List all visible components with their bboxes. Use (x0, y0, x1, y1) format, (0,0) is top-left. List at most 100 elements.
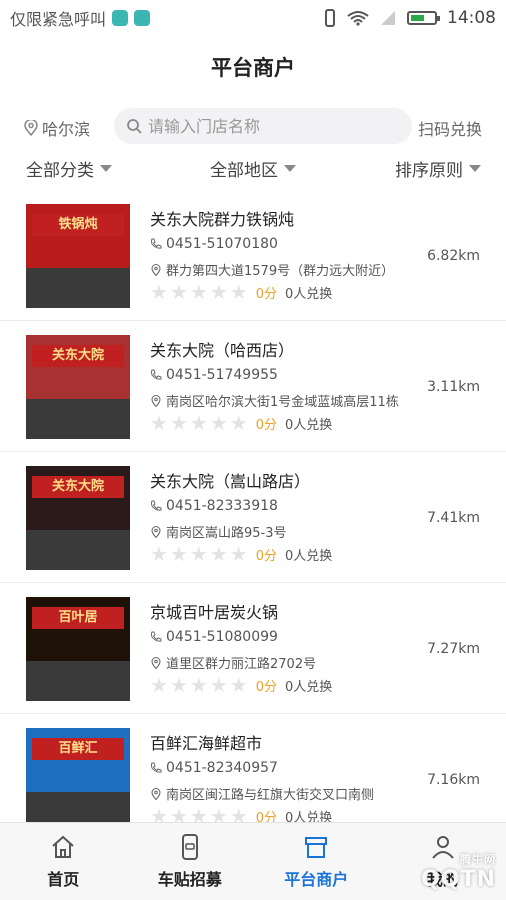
store-rating: ★ ★ ★ ★ ★ 0分 0人兑换 (150, 675, 332, 695)
tab-bar: 首页 车贴招募 平台商户 我的 腾牛网 QQTN (0, 822, 506, 900)
store-phone[interactable]: 0451-51749955 (150, 367, 278, 383)
battery-fill (411, 15, 425, 21)
star-icon: ★ (150, 804, 168, 822)
tab-home-label: 首页 (47, 869, 80, 889)
tab-sticker-recruit[interactable]: 车贴招募 (127, 823, 254, 900)
store-phone[interactable]: 0451-51070180 (150, 236, 278, 252)
region-filter[interactable]: 全部地区 (210, 156, 296, 181)
city-name: 哈尔滨 (42, 120, 91, 139)
message-app-icon (134, 10, 151, 26)
star-icon: ★ (229, 542, 248, 566)
star-icon: ★ (229, 804, 248, 822)
store-distance: 7.27km (427, 641, 480, 657)
status-left: 仅限紧急呼叫 (10, 6, 151, 30)
store-score: 0分 (255, 417, 277, 433)
store-redeem-count: 0人兑换 (284, 679, 333, 695)
star-icon: ★ (189, 411, 208, 435)
store-list-item[interactable]: 百鲜汇 百鲜汇海鲜超市 0451-82340957 南岗区闽江路与红旗大街交叉口… (0, 714, 506, 822)
site-watermark: 腾牛网 QQTN (421, 851, 496, 892)
store-score: 0分 (255, 679, 277, 695)
store-phone-number: 0451-51749955 (166, 367, 278, 383)
wifi-icon (347, 11, 369, 26)
star-icon: ★ (189, 673, 208, 697)
store-address-text: 南岗区嵩山路95-3号 (166, 526, 287, 541)
search-box[interactable] (114, 108, 412, 144)
tab-merchants-label: 平台商户 (284, 869, 349, 889)
store-address: 群力第四大道1579号（群力远大附近） (150, 260, 394, 279)
store-phone-number: 0451-82340957 (166, 760, 278, 776)
star-icon: ★ (169, 411, 188, 435)
store-list-item[interactable]: 铁锅炖 关东大院群力铁锅炖 0451-51070180 群力第四大道1579号（… (0, 190, 506, 321)
status-bar: 仅限紧急呼叫 14:08 (0, 0, 506, 36)
store-redeem-count: 0人兑换 (284, 286, 333, 302)
star-icon: ★ (169, 280, 188, 304)
star-icon: ★ (169, 673, 188, 697)
store-list-item[interactable]: 百叶居 京城百叶居炭火锅 0451-51080099 道里区群力丽江路2702号… (0, 583, 506, 714)
watermark-brand: QQTN (421, 867, 496, 892)
store-sign-text: 百鲜汇 (32, 738, 124, 760)
carrier-text: 仅限紧急呼叫 (10, 10, 107, 29)
store-redeem-count: 0人兑换 (284, 810, 333, 823)
star-icon: ★ (209, 411, 228, 435)
store-phone[interactable]: 0451-51080099 (150, 629, 278, 645)
store-phone-number: 0451-51070180 (166, 236, 278, 252)
store-sign-text: 百叶居 (32, 607, 124, 629)
location-pin-icon (151, 787, 161, 800)
search-icon (127, 119, 142, 134)
store-phone[interactable]: 0451-82333918 (150, 498, 278, 514)
store-score: 0分 (255, 286, 277, 302)
battery-icon (407, 11, 440, 25)
star-icon: ★ (209, 280, 228, 304)
location-pin-icon (151, 263, 161, 276)
store-list-item[interactable]: 关东大院 关东大院（哈西店） 0451-51749955 南岗区哈尔滨大街1号金… (0, 321, 506, 452)
phone-icon (151, 369, 162, 380)
store-rating: ★ ★ ★ ★ ★ 0分 0人兑换 (150, 413, 332, 433)
location-pin-icon (151, 394, 161, 407)
region-filter-label: 全部地区 (210, 161, 278, 181)
store-phone[interactable]: 0451-82340957 (150, 760, 278, 776)
scan-redeem-link[interactable]: 扫码兑换 (418, 116, 482, 140)
sort-filter[interactable]: 排序原则 (395, 156, 481, 181)
star-icon: ★ (229, 280, 248, 304)
store-thumbnail: 铁锅炖 (26, 204, 130, 308)
store-list-item[interactable]: 关东大院 关东大院（嵩山路店） 0451-82333918 南岗区嵩山路95-3… (0, 452, 506, 583)
search-row: 哈尔滨 扫码兑换 (0, 104, 506, 148)
store-address: 南岗区哈尔滨大街1号金域蓝城高层11栋 (150, 391, 399, 410)
storefront-base (26, 268, 130, 308)
phone-app-icon (112, 10, 129, 26)
chevron-down-icon (469, 165, 481, 172)
store-sign-text: 关东大院 (32, 345, 124, 367)
tab-merchants[interactable]: 平台商户 (253, 823, 380, 900)
store-thumbnail: 关东大院 (26, 466, 130, 570)
store-address: 南岗区闽江路与红旗大街交叉口南侧 (150, 784, 374, 803)
store-rating: ★ ★ ★ ★ ★ 0分 0人兑换 (150, 544, 332, 564)
store-address-text: 南岗区哈尔滨大街1号金域蓝城高层11栋 (166, 395, 399, 410)
store-thumbnail: 关东大院 (26, 335, 130, 439)
store-name: 百鲜汇海鲜超市 (150, 734, 263, 753)
tab-sticker-recruit-label: 车贴招募 (157, 869, 222, 889)
sort-filter-label: 排序原则 (395, 161, 463, 181)
star-icon: ★ (209, 542, 228, 566)
store-score: 0分 (255, 810, 277, 823)
tab-home[interactable]: 首页 (0, 823, 127, 900)
store-sign-text: 铁锅炖 (32, 214, 124, 236)
chevron-down-icon (100, 165, 112, 172)
phone-icon (151, 631, 162, 642)
title-bar: 平台商户 (0, 36, 506, 98)
phone-icon (151, 762, 162, 773)
storefront-base (26, 792, 130, 822)
location-pin-icon (151, 656, 161, 669)
category-filter-label: 全部分类 (26, 161, 94, 181)
store-rating: ★ ★ ★ ★ ★ 0分 0人兑换 (150, 282, 332, 302)
store-list[interactable]: 铁锅炖 关东大院群力铁锅炖 0451-51070180 群力第四大道1579号（… (0, 190, 506, 822)
store-icon (305, 836, 328, 858)
vibrate-icon (325, 9, 335, 27)
star-icon: ★ (150, 673, 168, 697)
city-selector[interactable]: 哈尔滨 (24, 116, 90, 140)
signal-icon (381, 11, 395, 25)
search-input[interactable] (148, 116, 398, 136)
star-icon: ★ (209, 673, 228, 697)
store-redeem-count: 0人兑换 (284, 417, 333, 433)
category-filter[interactable]: 全部分类 (26, 156, 112, 181)
store-distance: 3.11km (427, 379, 480, 395)
